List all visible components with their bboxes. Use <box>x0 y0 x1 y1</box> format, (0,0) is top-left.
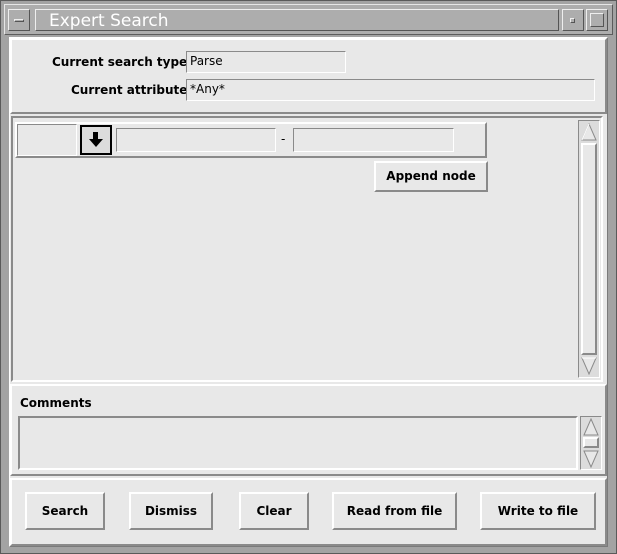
comments-scroll-thumb[interactable] <box>583 437 599 448</box>
expert-search-window: Expert Search Current search type Parse … <box>0 0 617 554</box>
append-node-button[interactable]: Append node <box>374 161 488 192</box>
range-separator: - <box>281 132 286 146</box>
read-from-file-button[interactable]: Read from file <box>332 492 457 530</box>
comments-panel: Comments <box>10 384 607 476</box>
scroll-down-arrow-icon[interactable] <box>581 357 597 375</box>
comments-scroll-down-icon[interactable] <box>583 450 599 468</box>
attribute-label: Current attribute <box>71 83 188 97</box>
range-start-field[interactable] <box>116 128 276 152</box>
tree-scroll-thumb[interactable] <box>581 143 597 355</box>
window-title: Expert Search <box>49 11 169 31</box>
search-type-label: Current search type <box>52 55 188 69</box>
range-end-field[interactable] <box>293 128 454 152</box>
title-area[interactable]: Expert Search <box>35 9 559 31</box>
maximize-button[interactable] <box>586 9 608 31</box>
scroll-up-arrow-icon[interactable] <box>581 123 597 141</box>
comments-textarea[interactable] <box>18 416 578 470</box>
tree-scrollbar[interactable] <box>578 120 600 378</box>
query-node: - <box>15 122 487 158</box>
action-bar: Search Dismiss Clear Read from file Writ… <box>10 478 607 546</box>
write-to-file-button[interactable]: Write to file <box>480 492 596 530</box>
comments-label: Comments <box>20 396 92 410</box>
query-tree-area: - Append node <box>11 116 603 382</box>
search-type-field: Parse <box>186 51 346 73</box>
dismiss-button[interactable]: Dismiss <box>129 492 213 530</box>
maximize-icon <box>590 13 604 27</box>
search-button[interactable]: Search <box>25 492 105 530</box>
window-menu-button[interactable] <box>8 9 30 31</box>
minimize-icon <box>570 18 575 23</box>
dialog-body: Current search type Parse Current attrib… <box>9 37 608 547</box>
comments-scrollbar[interactable] <box>580 416 602 470</box>
clear-button[interactable]: Clear <box>239 492 309 530</box>
search-info-panel: Current search type Parse Current attrib… <box>10 38 607 114</box>
node-label-cell <box>17 124 77 156</box>
node-toggle-button[interactable] <box>80 125 112 155</box>
minimize-button[interactable] <box>562 9 584 31</box>
title-bar[interactable]: Expert Search <box>4 4 613 35</box>
window-menu-icon <box>14 19 24 22</box>
down-arrow-icon <box>89 132 103 147</box>
comments-scroll-up-icon[interactable] <box>583 418 599 436</box>
attribute-field: *Any* <box>186 79 595 101</box>
